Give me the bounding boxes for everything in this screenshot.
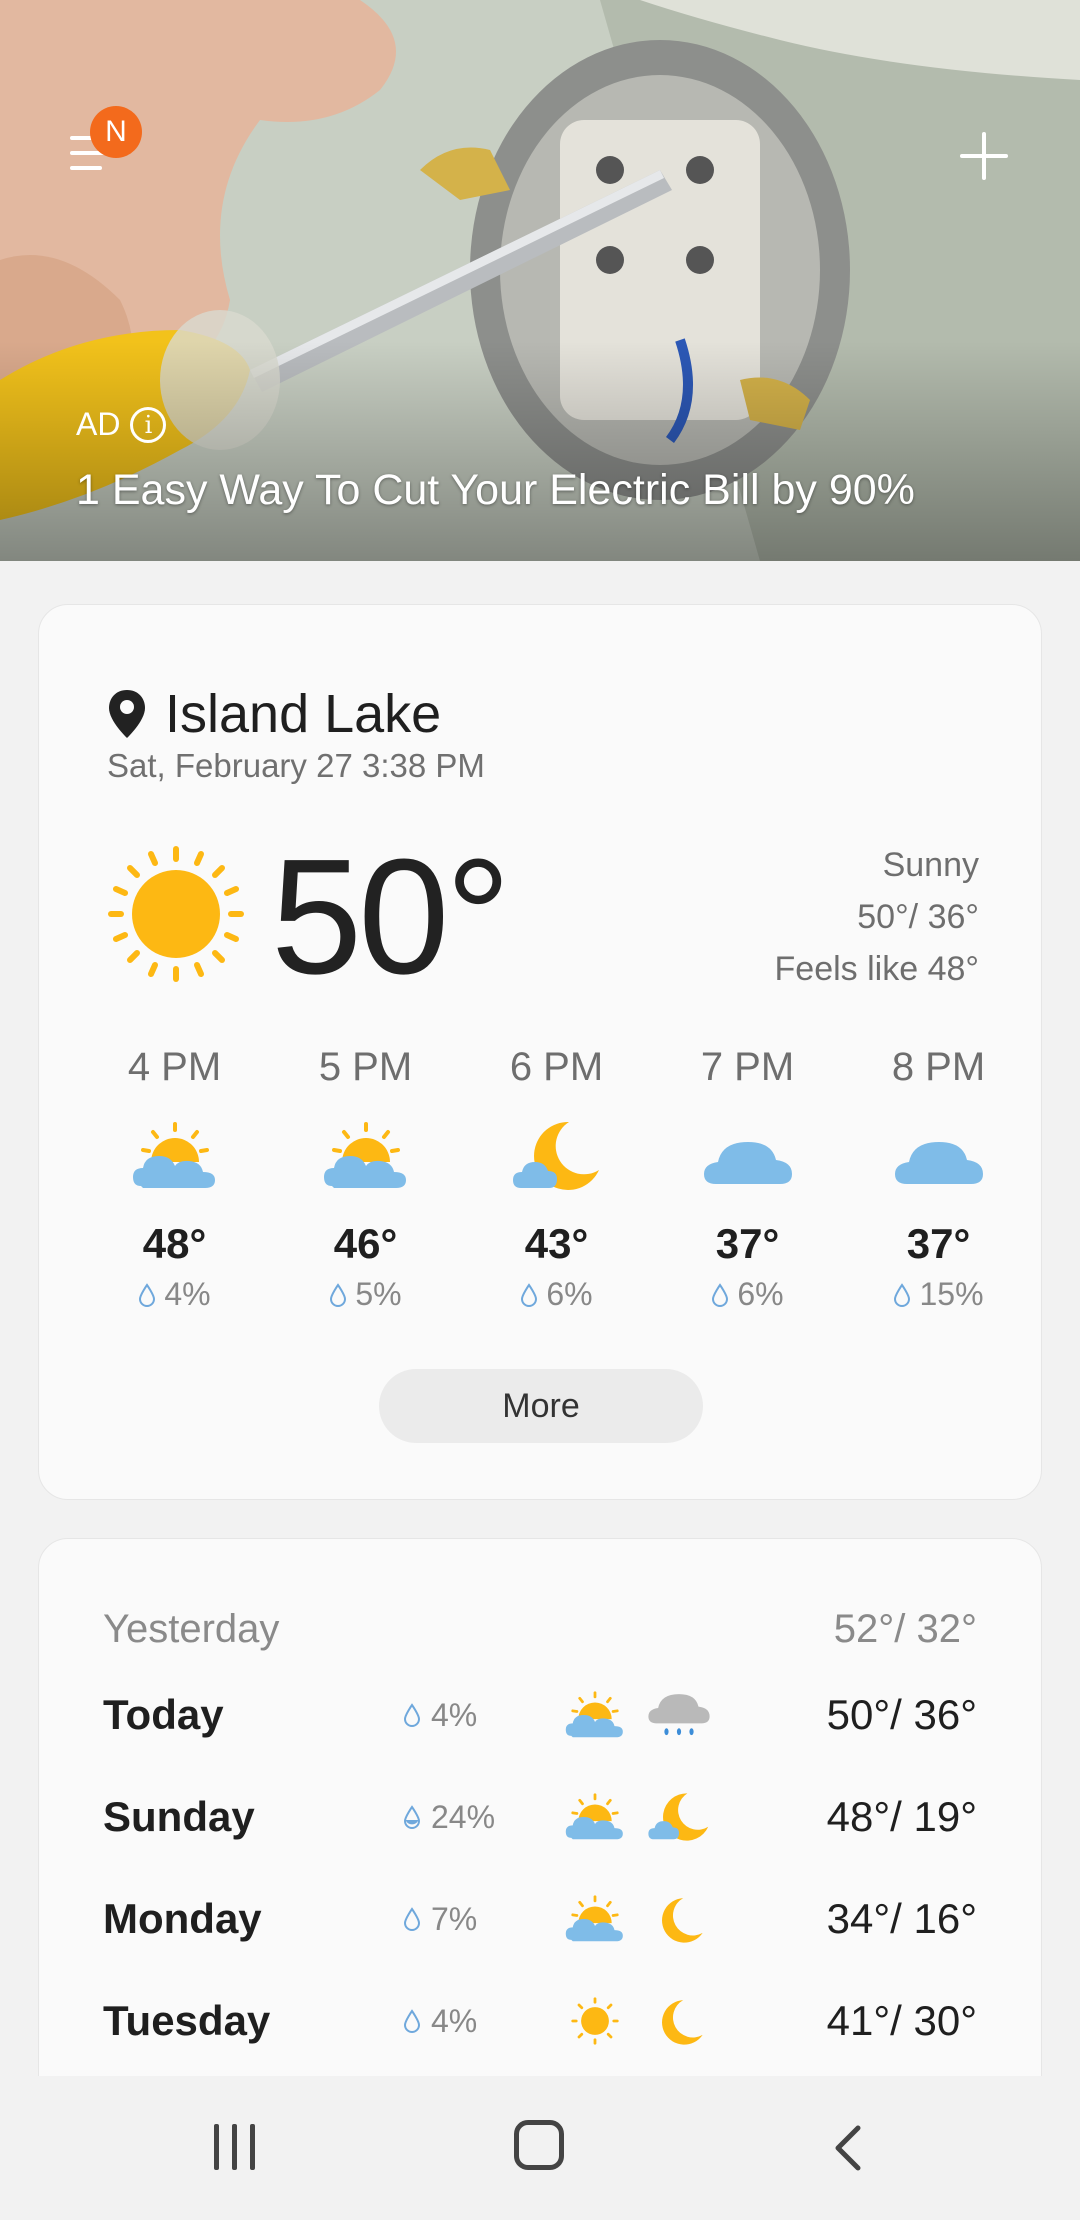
day-temps: 34°/ 16° (826, 1895, 977, 1942)
moon-cloud-icon (512, 1121, 599, 1190)
hour-temp: 43° (524, 1220, 589, 1267)
add-location-button[interactable] (956, 128, 1012, 184)
hour-temp: 48° (142, 1220, 207, 1267)
cloud-icon (894, 1142, 983, 1184)
hourly-forecast[interactable]: 4 PM 48° 4% 5 PM 46° 5% 6 PM 43° 6% 7 PM… (79, 1045, 1039, 1313)
hour-precip: 4% (79, 1276, 270, 1313)
hour-precip: 5% (270, 1276, 461, 1313)
yesterday-row: Yesterday 52°/ 32° (103, 1607, 977, 1652)
raindrop-icon (712, 1282, 729, 1307)
day-precip: 7% (403, 1901, 563, 1938)
day-icons (563, 1687, 803, 1743)
hour-time: 7 PM (700, 1045, 795, 1089)
raindrop-icon (521, 1282, 538, 1307)
home-button[interactable] (514, 2120, 564, 2170)
day-name: Tuesday (103, 1997, 271, 2044)
raindrop-icon (330, 1282, 347, 1307)
day-temps: 41°/ 30° (826, 1997, 977, 2044)
hour-precip-value: 5% (355, 1276, 402, 1312)
raindrop-icon (403, 1703, 421, 1727)
hour-precip: 6% (461, 1276, 652, 1313)
ad-headline[interactable]: 1 Easy Way To Cut Your Electric Bill by … (76, 466, 915, 515)
hour-precip: 15% (843, 1276, 1034, 1313)
daily-row[interactable]: Sunday 24% 48°/ 19° (103, 1777, 977, 1857)
raindrop-icon (894, 1282, 911, 1307)
moon-icon (662, 2000, 703, 2045)
day-name: Sunday (103, 1793, 255, 1840)
hour-time: 6 PM (509, 1045, 604, 1089)
moon-icon (662, 1898, 703, 1943)
day-icons (563, 1891, 803, 1947)
hour-precip-value: 6% (546, 1276, 593, 1312)
hour-precip-value: 15% (919, 1276, 984, 1312)
partly-sunny-icon (565, 1895, 623, 1942)
rain-cloud-icon (648, 1694, 710, 1736)
current-weather-card[interactable]: Island Lake Sat, February 27 3:38 PM 50°… (38, 604, 1042, 1500)
more-button[interactable]: More (379, 1369, 703, 1443)
daily-row[interactable]: Monday 7% 34°/ 16° (103, 1879, 977, 1959)
day-precip: 4% (403, 2003, 563, 2040)
location-header: Island Lake (107, 683, 441, 745)
hour-time: 4 PM (127, 1045, 222, 1089)
day-icons (563, 1789, 803, 1845)
daily-row[interactable]: Tuesday 4% 41°/ 30° (103, 1981, 977, 2061)
raindrop-icon (139, 1282, 156, 1307)
hour-temp: 46° (333, 1220, 398, 1267)
feels-like: Feels like 48° (774, 950, 979, 988)
hour-precip-value: 6% (737, 1276, 784, 1312)
system-navigation-bar (0, 2076, 1080, 2220)
day-precip: 24% (403, 1799, 563, 1836)
day-precip: 4% (403, 1697, 563, 1734)
daily-row[interactable]: Today 4% 50°/ 36° (103, 1675, 977, 1755)
hour-precip: 6% (652, 1276, 843, 1313)
hour-precip-value: 4% (164, 1276, 211, 1312)
hour-temp: 37° (906, 1220, 971, 1267)
day-precip-value: 24% (431, 1798, 496, 1835)
day-precip-value: 4% (431, 1696, 478, 1733)
cloud-icon (703, 1142, 792, 1184)
partly-sunny-icon (323, 1122, 406, 1188)
partly-sunny-icon (565, 1691, 623, 1738)
hourly-item: 7 PM 37° 6% (652, 1045, 843, 1313)
day-icons (563, 1993, 803, 2049)
yesterday-label: Yesterday (103, 1607, 280, 1651)
sun-icon (571, 1997, 619, 2045)
yesterday-temps: 52°/ 32° (833, 1607, 977, 1651)
ad-label-group: AD i (76, 406, 167, 443)
hourly-item: 5 PM 46° 5% (270, 1045, 461, 1313)
condition-text: Sunny (882, 846, 979, 884)
raindrop-icon (403, 2009, 421, 2033)
hourly-item: 4 PM 48° 4% (79, 1045, 270, 1313)
high-low-temps: 50°/ 36° (857, 898, 979, 936)
sun-icon (108, 846, 244, 982)
info-icon[interactable]: i (130, 406, 167, 443)
location-pin-icon (109, 690, 145, 738)
ad-label: AD (76, 406, 121, 442)
condition-summary: Sunny 50°/ 36° Feels like 48° (775, 839, 979, 995)
day-name: Today (103, 1691, 224, 1738)
partly-sunny-icon (565, 1793, 623, 1840)
hourly-item: 8 PM 37° 15% (843, 1045, 1034, 1313)
current-temperature: 50° (271, 825, 511, 1008)
notification-badge: N (90, 106, 142, 158)
ad-banner[interactable]: N AD i 1 Easy Way To Cut Your Electric B… (0, 0, 1080, 561)
hourly-item: 6 PM 43° 6% (461, 1045, 652, 1313)
day-temps: 48°/ 19° (826, 1793, 977, 1840)
back-button[interactable] (824, 2122, 874, 2174)
hour-temp: 37° (715, 1220, 780, 1267)
day-temps: 50°/ 36° (826, 1691, 977, 1738)
moon-cloud-icon (648, 1793, 709, 1841)
hour-time: 8 PM (891, 1045, 986, 1089)
raindrop-icon (403, 1907, 421, 1931)
day-name: Monday (103, 1895, 262, 1942)
hour-time: 5 PM (318, 1045, 413, 1089)
raindrop-icon (403, 1805, 421, 1829)
location-name: Island Lake (165, 684, 442, 744)
partly-sunny-icon (132, 1122, 215, 1188)
current-datetime: Sat, February 27 3:38 PM (107, 747, 485, 784)
day-precip-value: 4% (431, 2002, 478, 2039)
day-precip-value: 7% (431, 1900, 478, 1937)
recents-button[interactable] (212, 2124, 260, 2172)
